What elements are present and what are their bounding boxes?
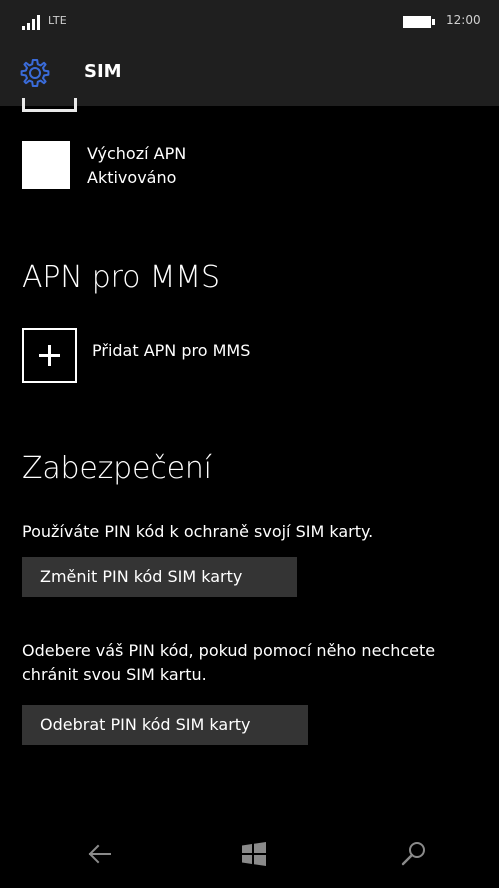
- status-bar: LTE 12:00: [0, 0, 499, 44]
- home-button[interactable]: [236, 836, 272, 872]
- gear-icon[interactable]: [20, 58, 50, 88]
- search-icon: [401, 842, 425, 866]
- settings-screen: LTE 12:00 SIM Výchozí APN Aktivováno APN…: [0, 0, 499, 888]
- settings-content: Výchozí APN Aktivováno APN pro MMS Přida…: [0, 98, 499, 820]
- default-apn-status: Aktivováno: [87, 168, 177, 187]
- default-apn-item[interactable]: Výchozí APN Aktivováno: [22, 141, 482, 201]
- page-header: SIM: [0, 44, 499, 106]
- page-title: SIM: [84, 61, 122, 82]
- status-time: 12:00: [446, 13, 481, 27]
- default-apn-title: Výchozí APN: [87, 144, 187, 163]
- top-bar: LTE 12:00 SIM: [0, 0, 499, 106]
- add-mms-apn-item[interactable]: Přidat APN pro MMS: [22, 328, 422, 386]
- windows-icon: [242, 842, 266, 866]
- apn-checkbox[interactable]: [22, 141, 70, 189]
- signal-strength-icon: [22, 15, 40, 30]
- add-mms-apn-button[interactable]: [22, 328, 77, 383]
- security-section-title: Zabezpečení: [22, 451, 212, 486]
- search-button[interactable]: [396, 836, 432, 872]
- add-mms-apn-label: Přidat APN pro MMS: [92, 341, 251, 360]
- remove-pin-button[interactable]: Odebrat PIN kód SIM karty: [22, 705, 308, 745]
- battery-icon: [403, 16, 435, 28]
- change-pin-button[interactable]: Změnit PIN kód SIM karty: [22, 557, 297, 597]
- partial-list-item-checkbox[interactable]: [22, 98, 77, 112]
- navigation-bar: [0, 820, 499, 888]
- back-button[interactable]: [82, 836, 118, 872]
- mms-section-title: APN pro MMS: [22, 260, 220, 295]
- back-arrow-icon: [88, 844, 111, 864]
- network-type: LTE: [48, 14, 67, 27]
- plus-icon: [39, 345, 60, 366]
- pin-description: Používáte PIN kód k ochraně svojí SIM ka…: [22, 522, 374, 541]
- remove-pin-description: Odebere váš PIN kód, pokud pomocí něho n…: [22, 641, 436, 684]
